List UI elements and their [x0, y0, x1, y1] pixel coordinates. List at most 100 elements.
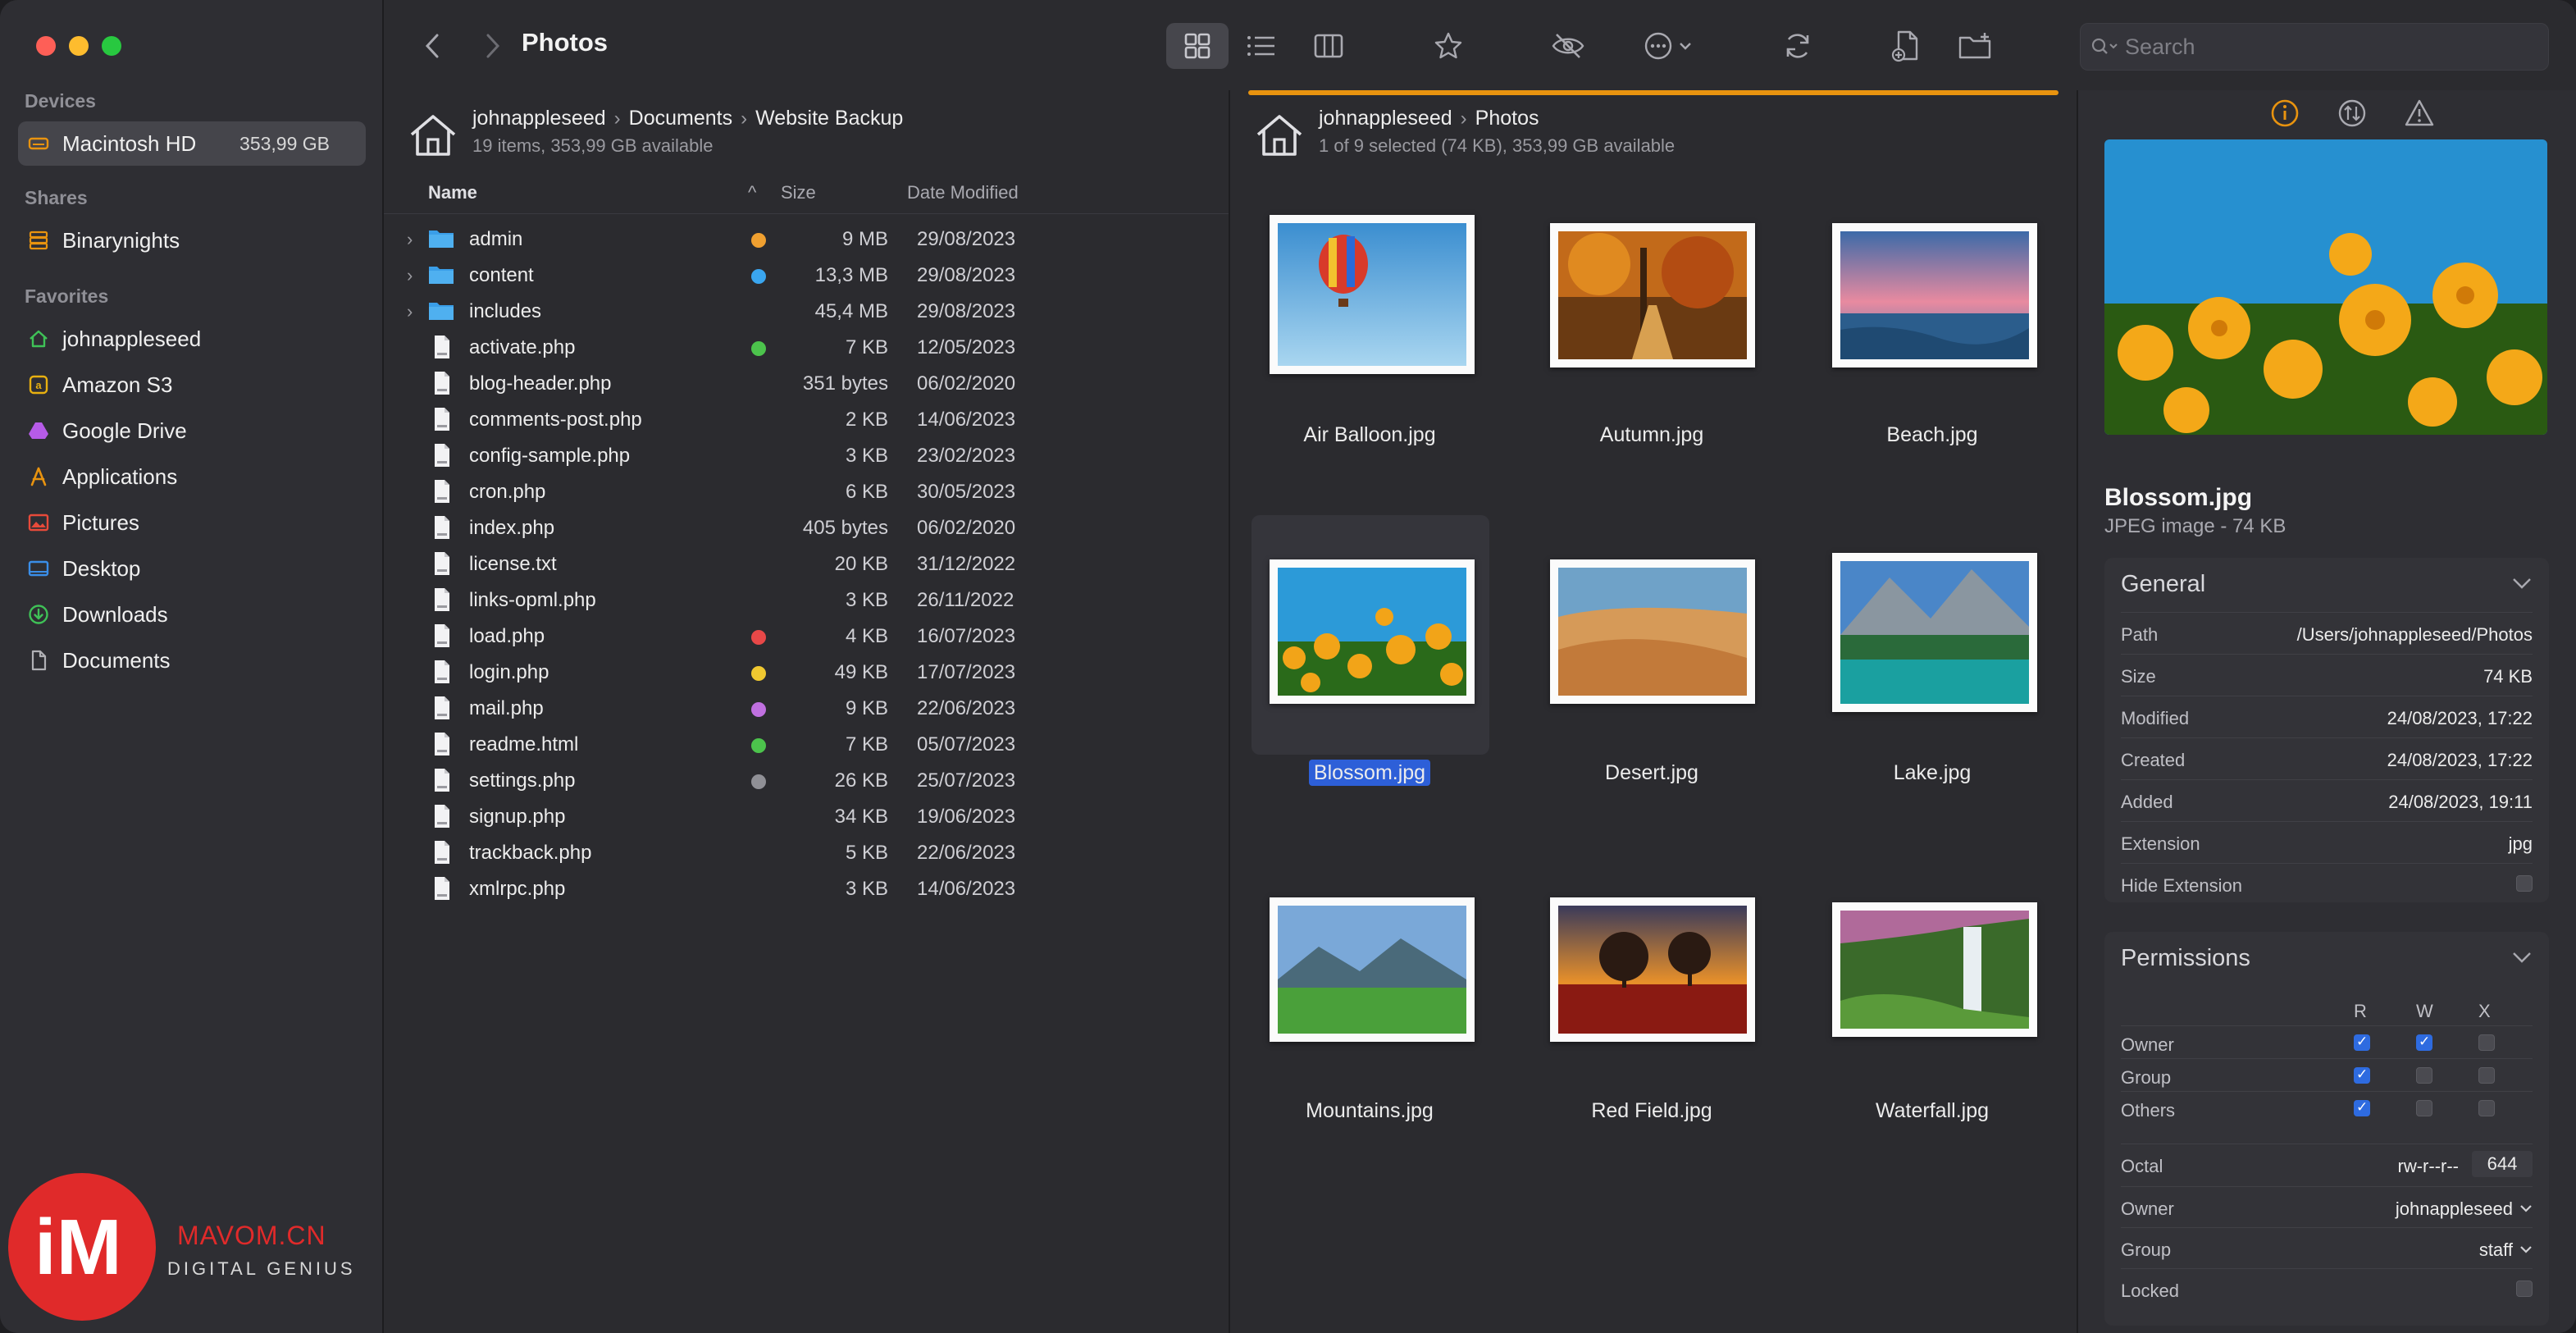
write-checkbox[interactable] [2416, 1100, 2432, 1116]
disclosure-arrow-icon[interactable]: › [407, 229, 413, 250]
photo-thumbnail-red-field[interactable] [1550, 897, 1755, 1042]
photo-thumbnail-autumn[interactable] [1550, 223, 1755, 367]
file-row[interactable]: config-sample.php 3 KB 23/02/2023 [384, 438, 1229, 474]
write-checkbox[interactable] [2416, 1067, 2432, 1084]
group-select[interactable]: staff [2479, 1239, 2513, 1261]
tab-transfers[interactable] [2328, 90, 2377, 136]
permission-row: Group [2121, 1058, 2533, 1092]
sidebar-item-label: Applications [62, 463, 178, 489]
file-row[interactable]: load.php 4 KB 16/07/2023 [384, 619, 1229, 655]
sidebar-item-applications[interactable]: Applications [18, 454, 366, 499]
sidebar-item-google-drive[interactable]: Google Drive [18, 409, 366, 453]
back-button[interactable] [417, 23, 449, 69]
sort-ascending-icon[interactable]: ^ [748, 182, 756, 203]
forward-button[interactable] [476, 23, 508, 69]
photo-thumbnail-beach[interactable] [1832, 223, 2037, 367]
breadcrumb-item[interactable]: johnappleseed [1319, 107, 1452, 130]
file-name: readme.html [469, 733, 579, 756]
file-row[interactable]: settings.php 26 KB 25/07/2023 [384, 763, 1229, 799]
file-row[interactable]: activate.php 7 KB 12/05/2023 [384, 330, 1229, 366]
tab-info[interactable] [2260, 90, 2309, 136]
sidebar-item-macintosh-hd[interactable]: Macintosh HD 353,99 GB [18, 121, 366, 166]
file-row[interactable]: blog-header.php 351 bytes 06/02/2020 [384, 366, 1229, 402]
file-row[interactable]: comments-post.php 2 KB 14/06/2023 [384, 402, 1229, 438]
new-file-button[interactable] [1875, 23, 1937, 69]
write-checkbox[interactable] [2416, 1034, 2432, 1051]
list-view-button[interactable] [1230, 23, 1293, 69]
minimize-window-button[interactable] [69, 36, 89, 56]
general-section-title[interactable]: General [2121, 571, 2205, 598]
zoom-window-button[interactable] [102, 36, 121, 56]
breadcrumb-item[interactable]: Documents [629, 107, 732, 130]
locked-checkbox[interactable] [2516, 1281, 2533, 1297]
photo-thumbnail-lake[interactable] [1832, 553, 2037, 712]
search-field[interactable]: Search [2080, 23, 2549, 71]
file-row[interactable]: mail.php 9 KB 22/06/2023 [384, 691, 1229, 727]
sidebar-item-pictures[interactable]: Pictures [18, 500, 366, 545]
sidebar-item-johnappleseed[interactable]: johnappleseed [18, 317, 366, 361]
photo-label[interactable]: Mountains.jpg [1238, 1099, 1501, 1123]
execute-checkbox[interactable] [2478, 1067, 2495, 1084]
file-row[interactable]: signup.php 34 KB 19/06/2023 [384, 799, 1229, 835]
photo-label[interactable]: Waterfall.jpg [1801, 1099, 2063, 1123]
more-actions-button[interactable] [1635, 23, 1701, 69]
chevron-down-icon[interactable] [2519, 1203, 2533, 1213]
hide-extension-checkbox[interactable] [2516, 875, 2533, 892]
octal-input[interactable]: 644 [2472, 1151, 2533, 1177]
execute-checkbox[interactable] [2478, 1034, 2495, 1051]
file-row[interactable]: index.php 405 bytes 06/02/2020 [384, 510, 1229, 546]
owner-select[interactable]: johnappleseed [2396, 1198, 2513, 1220]
photo-label[interactable]: Beach.jpg [1801, 423, 2063, 447]
read-checkbox[interactable] [2354, 1066, 2370, 1084]
file-row[interactable]: license.txt 20 KB 31/12/2022 [384, 546, 1229, 582]
icon-view-button[interactable] [1166, 23, 1229, 69]
photo-label[interactable]: Desert.jpg [1521, 761, 1783, 785]
folder-row[interactable]: › content 13,3 MB 29/08/2023 [384, 258, 1229, 294]
close-window-button[interactable] [36, 36, 56, 56]
chevron-down-icon[interactable] [2511, 950, 2533, 965]
permissions-section-title[interactable]: Permissions [2121, 945, 2250, 972]
file-row[interactable]: readme.html 7 KB 05/07/2023 [384, 727, 1229, 763]
read-checkbox[interactable] [2354, 1034, 2370, 1051]
file-row[interactable]: cron.php 6 KB 30/05/2023 [384, 474, 1229, 510]
column-date-modified[interactable]: Date Modified [907, 182, 1019, 203]
photo-label[interactable]: Lake.jpg [1801, 761, 2063, 785]
photo-label[interactable]: Autumn.jpg [1521, 423, 1783, 447]
column-size[interactable]: Size [781, 182, 816, 203]
tab-warnings[interactable] [2395, 90, 2444, 136]
sidebar-item-binarynights[interactable]: Binarynights [18, 218, 366, 262]
chevron-down-icon[interactable] [2511, 576, 2533, 591]
read-checkbox[interactable] [2354, 1099, 2370, 1116]
execute-checkbox[interactable] [2478, 1100, 2495, 1116]
disclosure-arrow-icon[interactable]: › [407, 301, 413, 322]
file-row[interactable]: trackback.php 5 KB 22/06/2023 [384, 835, 1229, 871]
photo-thumbnail-blossom[interactable] [1270, 559, 1475, 704]
sidebar-item-downloads[interactable]: Downloads [18, 592, 366, 637]
disclosure-arrow-icon[interactable]: › [407, 265, 413, 286]
file-row[interactable]: links-opml.php 3 KB 26/11/2022 [384, 582, 1229, 619]
favorite-button[interactable] [1417, 23, 1479, 69]
sidebar-item-documents[interactable]: Documents [18, 638, 366, 682]
column-view-button[interactable] [1297, 23, 1360, 69]
photo-label[interactable]: Air Balloon.jpg [1238, 423, 1501, 447]
photo-thumbnail-mountains[interactable] [1270, 897, 1475, 1042]
file-row[interactable]: xmlrpc.php 3 KB 14/06/2023 [384, 871, 1229, 907]
hidden-files-button[interactable] [1537, 23, 1599, 69]
file-row[interactable]: login.php 49 KB 17/07/2023 [384, 655, 1229, 691]
folder-row[interactable]: › includes 45,4 MB 29/08/2023 [384, 294, 1229, 330]
photo-thumbnail-desert[interactable] [1550, 559, 1755, 704]
photo-thumbnail-air-balloon[interactable] [1270, 215, 1475, 374]
sync-button[interactable] [1767, 23, 1829, 69]
sidebar-item-desktop[interactable]: Desktop [18, 546, 366, 591]
column-name[interactable]: Name [428, 182, 477, 203]
photo-label-selected[interactable]: Blossom.jpg [1238, 760, 1501, 786]
chevron-down-icon[interactable] [2519, 1244, 2533, 1254]
breadcrumb-item[interactable]: johnappleseed [472, 107, 606, 130]
photo-thumbnail-waterfall[interactable] [1832, 902, 2037, 1037]
breadcrumb-item[interactable]: Photos [1475, 107, 1539, 130]
photo-label[interactable]: Red Field.jpg [1521, 1099, 1783, 1123]
breadcrumb-item[interactable]: Website Backup [755, 107, 903, 130]
new-folder-button[interactable] [1944, 23, 2006, 69]
folder-row[interactable]: › admin 9 MB 29/08/2023 [384, 221, 1229, 258]
sidebar-item-amazon-s3[interactable]: a Amazon S3 [18, 363, 366, 407]
